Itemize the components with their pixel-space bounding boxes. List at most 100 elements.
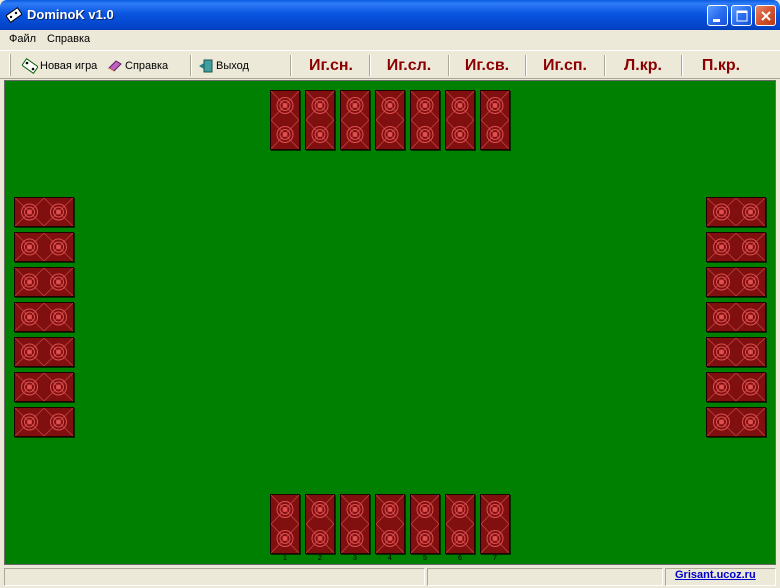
tile-back-pattern-icon	[376, 91, 404, 149]
opponent-top-tile	[410, 90, 440, 150]
menu-bar: Файл Справка	[0, 30, 780, 49]
toolbar-separator	[448, 55, 450, 76]
opponent-right-tile	[706, 372, 766, 402]
toolbar-separator	[369, 55, 371, 76]
tile-back-pattern-icon	[15, 373, 73, 401]
domino-app-icon	[6, 7, 22, 23]
tile-back-pattern-icon	[376, 495, 404, 553]
exit-button[interactable]: Выход	[198, 55, 249, 76]
tile-number-label: 5	[423, 555, 427, 562]
tile-back-pattern-icon	[707, 338, 765, 366]
button-left-end[interactable]: Л.кр.	[610, 54, 676, 77]
toolbar-separator	[604, 55, 606, 76]
tile-back-pattern-icon	[341, 495, 369, 553]
opponent-top-tile	[445, 90, 475, 150]
toolbar-separator	[681, 55, 683, 76]
help-label: Справка	[125, 59, 169, 72]
player-tile[interactable]	[410, 494, 440, 554]
minimize-icon	[713, 19, 720, 22]
tile-number-label: 4	[388, 555, 392, 562]
tile-back-pattern-icon	[481, 495, 509, 553]
opponent-right-tile	[706, 407, 766, 437]
toolbar: Новая игра Справка Выход Иг.сн. Иг.сл. И…	[0, 50, 780, 79]
toolbar-grip	[9, 54, 11, 76]
tile-back-pattern-icon	[446, 91, 474, 149]
opponent-top-tile	[305, 90, 335, 150]
tile-number-label: 3	[353, 555, 357, 562]
new-game-label: Новая игра	[40, 59, 98, 72]
button-right-end[interactable]: П.кр.	[688, 54, 754, 77]
minimize-button[interactable]	[707, 5, 728, 26]
opponent-left-tile	[14, 232, 74, 262]
game-table	[4, 80, 776, 565]
tile-number-label: 6	[458, 555, 462, 562]
tile-back-pattern-icon	[15, 408, 73, 436]
opponent-right-tile	[706, 337, 766, 367]
opponent-top-tile	[375, 90, 405, 150]
opponent-right-tile	[706, 232, 766, 262]
opponent-left-tile	[14, 302, 74, 332]
tile-back-pattern-icon	[306, 495, 334, 553]
tile-back-pattern-icon	[15, 338, 73, 366]
tile-back-pattern-icon	[481, 91, 509, 149]
tile-back-pattern-icon	[15, 268, 73, 296]
opponent-top-tile	[340, 90, 370, 150]
toolbar-separator	[525, 55, 527, 76]
player-tile[interactable]	[480, 494, 510, 554]
tile-number-label: 1	[283, 555, 287, 562]
tile-back-pattern-icon	[707, 233, 765, 261]
close-icon	[761, 11, 771, 21]
tile-back-pattern-icon	[411, 495, 439, 553]
menu-help[interactable]: Справка	[47, 33, 90, 45]
player-tile[interactable]	[375, 494, 405, 554]
maximize-button[interactable]	[731, 5, 752, 26]
title-bar: DominoK v1.0	[0, 0, 780, 30]
tile-back-pattern-icon	[707, 373, 765, 401]
tile-back-pattern-icon	[15, 198, 73, 226]
opponent-top-tile	[270, 90, 300, 150]
website-link[interactable]: Grisant.ucoz.ru	[675, 569, 756, 581]
opponent-right-tile	[706, 197, 766, 227]
opponent-left-tile	[14, 337, 74, 367]
tile-back-pattern-icon	[707, 198, 765, 226]
toolbar-separator	[190, 55, 192, 76]
tile-back-pattern-icon	[707, 268, 765, 296]
tile-back-pattern-icon	[446, 495, 474, 553]
button-player-bottom[interactable]: Иг.сн.	[298, 54, 364, 77]
tile-back-pattern-icon	[411, 91, 439, 149]
button-player-right[interactable]: Иг.сп.	[531, 54, 599, 77]
button-player-left[interactable]: Иг.сл.	[375, 54, 443, 77]
new-game-button[interactable]: Новая игра	[22, 55, 97, 76]
opponent-left-tile	[14, 407, 74, 437]
exit-label: Выход	[216, 59, 249, 72]
close-button[interactable]	[755, 5, 776, 26]
status-bar	[0, 566, 780, 588]
player-tile[interactable]	[445, 494, 475, 554]
toolbar-separator	[290, 55, 292, 76]
exit-door-icon	[199, 59, 213, 72]
tile-back-pattern-icon	[271, 495, 299, 553]
button-player-top[interactable]: Иг.св.	[454, 54, 520, 77]
tile-back-pattern-icon	[306, 91, 334, 149]
tile-number-label: 7	[493, 555, 497, 562]
help-book-icon	[108, 59, 122, 72]
tile-back-pattern-icon	[15, 303, 73, 331]
help-button[interactable]: Справка	[107, 55, 168, 76]
window-title: DominoK v1.0	[27, 7, 114, 22]
status-panel	[427, 568, 663, 586]
status-panel	[4, 568, 425, 586]
player-tile[interactable]	[340, 494, 370, 554]
opponent-left-tile	[14, 197, 74, 227]
player-tile[interactable]	[305, 494, 335, 554]
menu-file[interactable]: Файл	[9, 33, 36, 45]
tile-back-pattern-icon	[707, 408, 765, 436]
tile-back-pattern-icon	[15, 233, 73, 261]
opponent-left-tile	[14, 372, 74, 402]
opponent-left-tile	[14, 267, 74, 297]
maximize-icon	[736, 10, 748, 22]
tile-number-label: 2	[318, 555, 322, 562]
opponent-top-tile	[480, 90, 510, 150]
opponent-right-tile	[706, 267, 766, 297]
player-tile[interactable]	[270, 494, 300, 554]
tile-back-pattern-icon	[707, 303, 765, 331]
